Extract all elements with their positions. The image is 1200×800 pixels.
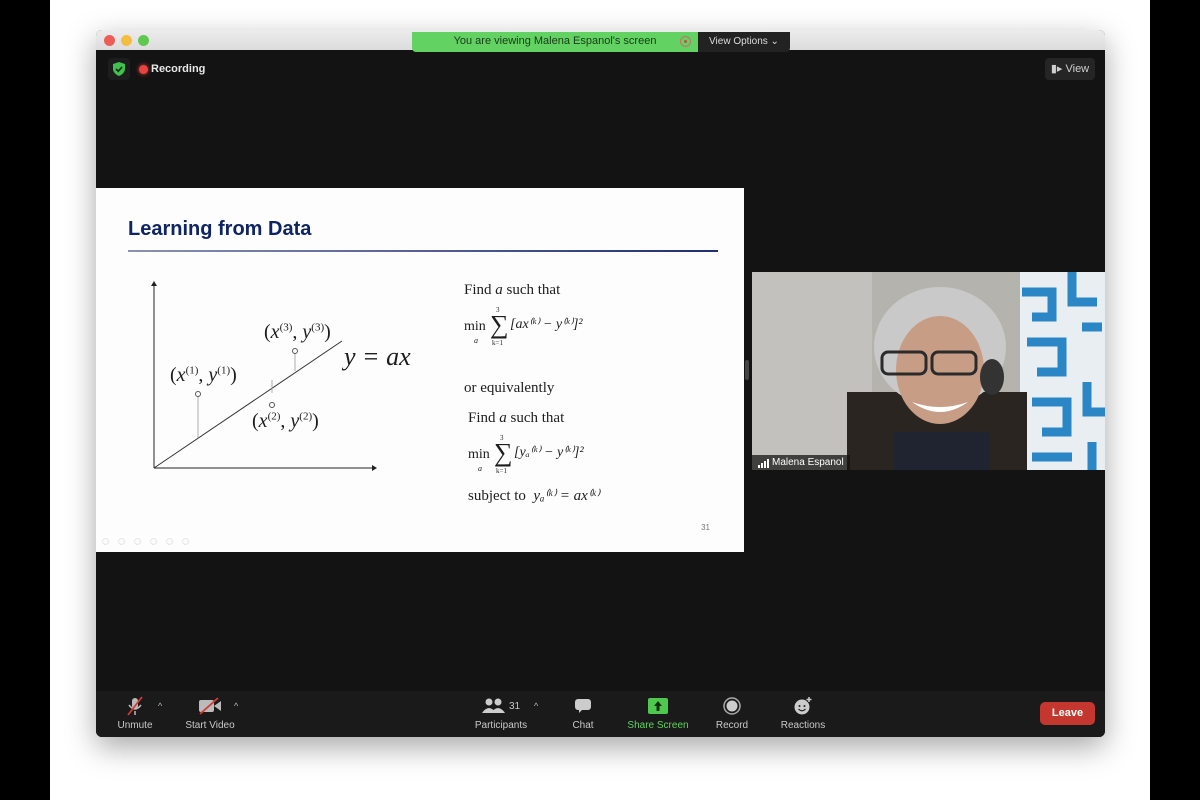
chat-bubble-icon xyxy=(566,695,600,717)
reactions-button[interactable]: Reactions xyxy=(778,695,828,731)
constraint-line: subject to yₐ⁽ᵏ⁾ = ax⁽ᵏ⁾ xyxy=(468,488,600,504)
view-layout-icon: ▮▸ xyxy=(1050,63,1063,75)
zoom-slide-button[interactable] xyxy=(166,538,173,545)
maximize-window-button[interactable] xyxy=(138,35,149,46)
find-a-line-1: Find a such that xyxy=(464,282,561,298)
slide-page-number: 31 xyxy=(701,523,710,532)
prev-slide-button[interactable] xyxy=(102,538,109,545)
or-equivalently-text: or equivalently xyxy=(464,380,555,396)
participants-icon: 31 xyxy=(468,695,534,717)
view-button[interactable]: ▮▸ View xyxy=(1045,58,1095,80)
reactions-smiley-icon xyxy=(778,695,828,717)
y-axis-arrow-icon xyxy=(151,281,157,286)
audio-options-caret-icon[interactable]: ^ xyxy=(158,701,162,711)
pen-tool-button[interactable] xyxy=(134,538,141,545)
data-point-2 xyxy=(269,402,275,408)
participant-name-tag: Malena Espanol xyxy=(752,455,850,470)
view-label: View xyxy=(1065,63,1090,75)
zoom-window: You are viewing Malena Espanol's screen … xyxy=(96,30,1105,737)
recording-dot-icon xyxy=(139,64,148,74)
video-off-icon xyxy=(182,695,238,717)
record-icon xyxy=(713,695,751,717)
shield-check-icon xyxy=(113,62,125,76)
leave-meeting-button[interactable]: Leave xyxy=(1040,702,1095,725)
participant-count: 31 xyxy=(508,700,521,712)
encryption-shield-button[interactable] xyxy=(108,58,130,80)
more-options-button[interactable] xyxy=(182,538,189,545)
data-point-1 xyxy=(195,391,201,397)
recording-label: Recording xyxy=(151,63,206,75)
participant-video-tile[interactable]: Malena Espanol xyxy=(752,272,1105,470)
close-window-button[interactable] xyxy=(104,35,115,46)
participants-options-caret-icon[interactable]: ^ xyxy=(534,701,538,711)
share-banner-text: You are viewing Malena Espanol's screen xyxy=(453,35,657,47)
unmute-button[interactable]: Unmute xyxy=(114,695,156,731)
panel-resize-handle[interactable] xyxy=(745,360,749,380)
participant-name: Malena Espanol xyxy=(772,457,844,468)
connection-signal-icon xyxy=(758,459,769,468)
objective-1: min a 3 ∑ k=1 [ax⁽ᵏ⁾ − y⁽ᵏ⁾]² xyxy=(464,306,583,347)
view-options-button[interactable]: View Options ⌄ xyxy=(698,32,790,52)
objective-2: min a 3 ∑ k=1 [yₐ⁽ᵏ⁾ − y⁽ᵏ⁾]² xyxy=(468,434,584,475)
muted-mic-icon xyxy=(114,695,156,717)
screen-share-banner: You are viewing Malena Espanol's screen xyxy=(412,32,698,52)
participants-button[interactable]: 31 Participants xyxy=(468,695,534,731)
recording-indicator[interactable]: Recording xyxy=(139,63,205,75)
line-equation-label: y = ax xyxy=(344,342,411,371)
share-screen-icon xyxy=(623,695,693,717)
chat-button[interactable]: Chat xyxy=(566,695,600,731)
point-label-2: (x(2), y(2)) xyxy=(252,410,319,432)
start-video-button[interactable]: Start Video xyxy=(182,695,238,731)
slides-overview-button[interactable] xyxy=(150,538,157,545)
shared-slide: Learning from Data (x(1), y(1)) (x(2), y… xyxy=(96,188,744,552)
record-indicator-icon xyxy=(680,36,691,47)
x-axis-arrow-icon xyxy=(372,465,377,471)
slide-controls xyxy=(102,538,189,545)
point-label-3: (x(3), y(3)) xyxy=(264,321,331,343)
slide-title-rule xyxy=(128,250,718,252)
participant-video-frame xyxy=(752,272,1105,470)
point-label-1: (x(1), y(1)) xyxy=(170,364,237,386)
video-options-caret-icon[interactable]: ^ xyxy=(234,701,238,711)
share-screen-button[interactable]: Share Screen xyxy=(623,695,693,731)
slide-title: Learning from Data xyxy=(128,218,312,240)
find-a-line-2: Find a such that xyxy=(468,410,565,426)
next-slide-button[interactable] xyxy=(118,538,125,545)
fit-line xyxy=(153,340,343,469)
record-button[interactable]: Record xyxy=(713,695,751,731)
minimize-window-button[interactable] xyxy=(121,35,132,46)
data-point-3 xyxy=(292,348,298,354)
meeting-toolbar: Unmute ^ Start Video ^ 31 Participants ^… xyxy=(96,691,1105,737)
